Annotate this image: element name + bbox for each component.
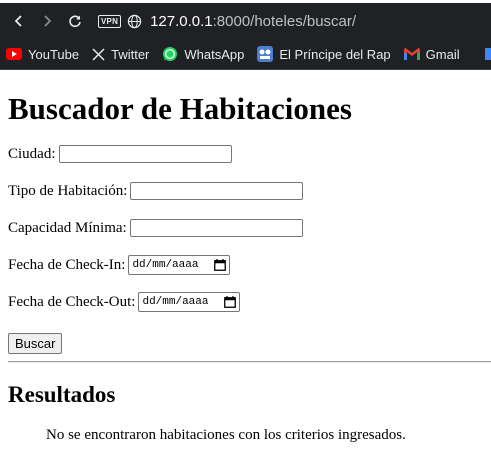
browser-chrome: VPN 127.0.0.1:8000/hoteles/buscar/ YouTu… bbox=[0, 0, 491, 70]
forward-arrow-icon bbox=[44, 15, 52, 27]
checkout-date-input[interactable]: dd/mm/aaaa bbox=[138, 292, 241, 312]
ciudad-label: Ciudad: bbox=[8, 145, 56, 162]
bookmark-label: YouTube bbox=[28, 46, 80, 62]
url-field[interactable]: 127.0.0.1:8000/hoteles/buscar/ bbox=[150, 13, 356, 30]
field-checkin: Fecha de Check-In: dd/mm/aaaa bbox=[8, 254, 483, 276]
bookmark-label: WhatsApp bbox=[184, 46, 245, 62]
url-host: 127.0.0.1 bbox=[150, 12, 213, 30]
checkout-label: Fecha de Check-Out: bbox=[8, 293, 136, 310]
capacidad-minima-label: Capacidad Mínima: bbox=[8, 219, 127, 236]
address-bar: VPN 127.0.0.1:8000/hoteles/buscar/ bbox=[0, 3, 491, 39]
checkout-placeholder: dd/mm/aaaa bbox=[142, 296, 209, 308]
page-title: Buscador de Habitaciones bbox=[8, 91, 352, 126]
back-button[interactable] bbox=[8, 10, 30, 32]
bookmarks-bar: YouTube Twitter WhatsApp El Príncipe del… bbox=[0, 39, 491, 70]
reload-button[interactable] bbox=[64, 10, 86, 32]
page-content: Buscador de Habitaciones Ciudad: Tipo de… bbox=[0, 91, 491, 444]
calendar-icon[interactable] bbox=[214, 259, 227, 271]
ciudad-input[interactable] bbox=[58, 145, 232, 163]
vpn-badge[interactable]: VPN bbox=[98, 14, 122, 28]
field-capacidad-minima: Capacidad Mínima: bbox=[8, 217, 483, 239]
calendar-icon[interactable] bbox=[224, 296, 237, 308]
reload-icon bbox=[69, 15, 81, 28]
bookmark-youtube[interactable]: YouTube bbox=[6, 47, 79, 62]
forward-button[interactable] bbox=[36, 10, 58, 32]
checkin-placeholder: dd/mm/aaaa bbox=[132, 259, 199, 271]
submit-row: Buscar bbox=[8, 333, 483, 354]
url-path: :8000/hoteles/buscar/ bbox=[212, 12, 357, 30]
bookmark-label: El Príncipe del Rap bbox=[279, 46, 391, 62]
results-heading: Resultados bbox=[8, 382, 116, 407]
bookmark-gmail[interactable]: Gmail bbox=[403, 46, 460, 62]
results-message: No se encontraron habitaciones con los c… bbox=[46, 427, 406, 443]
bookmark-label: Twitter bbox=[111, 46, 150, 62]
buscar-button[interactable]: Buscar bbox=[8, 333, 63, 354]
youtube-icon bbox=[6, 48, 22, 60]
bookmark-twitter[interactable]: Twitter bbox=[92, 47, 149, 62]
app-bookmark-icon bbox=[257, 46, 274, 62]
checkin-label: Fecha de Check-In: bbox=[8, 256, 126, 273]
site-info-icon[interactable] bbox=[127, 14, 142, 29]
bookmarks-overflow-icon[interactable] bbox=[485, 48, 491, 60]
divider bbox=[8, 361, 491, 363]
gmail-icon bbox=[403, 48, 420, 60]
capacidad-minima-input[interactable] bbox=[129, 219, 303, 237]
tipo-habitacion-label: Tipo de Habitación: bbox=[8, 182, 128, 199]
bookmark-whatsapp[interactable]: WhatsApp bbox=[162, 46, 244, 62]
back-arrow-icon bbox=[14, 15, 22, 27]
bookmark-el-principe-del-rap[interactable]: El Príncipe del Rap bbox=[257, 46, 391, 62]
tipo-habitacion-input[interactable] bbox=[130, 182, 304, 200]
whatsapp-icon bbox=[162, 46, 178, 62]
bookmark-label: Gmail bbox=[425, 46, 460, 62]
field-checkout: Fecha de Check-Out: dd/mm/aaaa bbox=[8, 291, 483, 313]
field-ciudad: Ciudad: bbox=[8, 143, 483, 165]
checkin-date-input[interactable]: dd/mm/aaaa bbox=[128, 255, 231, 275]
field-tipo-habitacion: Tipo de Habitación: bbox=[8, 180, 483, 202]
x-twitter-icon bbox=[92, 47, 105, 61]
